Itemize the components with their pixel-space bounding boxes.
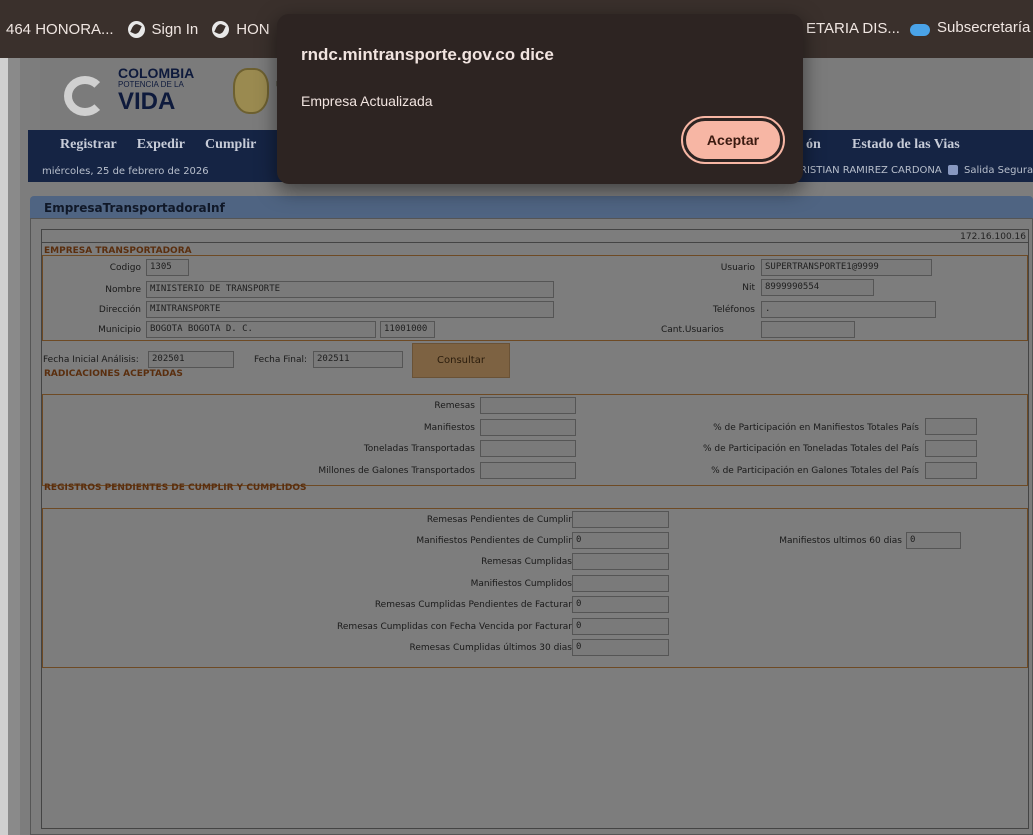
municipio-code-field[interactable]: 11001000 xyxy=(380,321,435,338)
galones-field[interactable] xyxy=(480,462,576,479)
bookmark-label: Subsecretaría de xyxy=(937,19,1033,36)
nombre-field[interactable]: MINISTERIO DE TRANSPORTE xyxy=(146,281,554,298)
usuario-label: Usuario xyxy=(720,263,755,273)
nit-label: Nit xyxy=(742,283,755,293)
pct-manifiestos-field[interactable] xyxy=(925,418,977,435)
aceptar-button[interactable]: Aceptar xyxy=(681,116,785,164)
pendiente-label: Remesas Cumplidas xyxy=(481,557,572,567)
divider xyxy=(42,242,1028,243)
remesas-label: Remesas xyxy=(434,401,475,411)
bookmark-label: ETARIA DIS... xyxy=(806,20,900,37)
nav-expedir[interactable]: Expedir xyxy=(137,137,185,153)
pct-galones-label: % de Participación en Galones Totales de… xyxy=(711,466,919,476)
pendiente-label: Manifiestos Cumplidos xyxy=(470,579,572,589)
pendiente-field[interactable]: 0 xyxy=(572,532,669,549)
nav-estado-vias[interactable]: Estado de las Vias xyxy=(852,137,960,153)
logout-link[interactable]: Salida Segura xyxy=(964,165,1033,176)
telefonos-field[interactable]: . xyxy=(761,301,936,318)
remesas-field[interactable] xyxy=(480,397,576,414)
pendientes-box: Remesas Pendientes de Cumplir Manifiesto… xyxy=(42,508,1028,668)
cant-usuarios-label: Cant.Usuarios xyxy=(661,325,724,335)
pendiente-field[interactable]: 0 xyxy=(572,618,669,635)
nav-cumplir[interactable]: Cumplir xyxy=(205,137,256,153)
panel-title: EmpresaTransportadoraInf xyxy=(30,196,1033,218)
direccion-label: Dirección xyxy=(98,305,141,315)
fecha-inicial-label: Fecha Inicial Análisis: xyxy=(43,355,139,365)
current-date: miércoles, 25 de febrero de 2026 xyxy=(42,165,209,177)
nombre-label: Nombre xyxy=(105,285,141,295)
bookmark-item[interactable]: HON xyxy=(212,20,270,38)
section-title-radicaciones: RADICACIONES ACEPTADAS xyxy=(44,369,183,379)
logo-line: COLOMBIA xyxy=(118,65,195,81)
bookmark-label: 464 HONORA... xyxy=(6,20,114,38)
fecha-inicial-field[interactable]: 202501 xyxy=(148,351,234,368)
codigo-field[interactable]: 1305 xyxy=(146,259,189,276)
globe-icon xyxy=(127,20,145,38)
colombia-logo-icon xyxy=(64,76,106,116)
pendiente-label: Remesas Pendientes de Cumplir xyxy=(426,515,572,525)
panel: 172.16.100.16 EMPRESA TRANSPORTADORA Cod… xyxy=(30,218,1033,835)
usuario-field[interactable]: SUPERTRANSPORTE1@9999 xyxy=(761,259,932,276)
user-name: RISTIAN RAMIREZ CARDONA xyxy=(800,165,942,176)
nav-registrar[interactable]: Registrar xyxy=(60,137,117,153)
radicaciones-box: Remesas Manifiestos Toneladas Transporta… xyxy=(42,394,1028,486)
pendiente-field[interactable]: 0 xyxy=(572,639,669,656)
pendiente-label: Manifiestos Pendientes de Cumplir xyxy=(416,536,572,546)
logo-line: VIDA xyxy=(118,88,176,116)
form-content: 172.16.100.16 EMPRESA TRANSPORTADORA Cod… xyxy=(41,229,1029,829)
pct-toneladas-field[interactable] xyxy=(925,440,977,457)
pendiente-field[interactable] xyxy=(572,511,669,528)
fecha-final-field[interactable]: 202511 xyxy=(313,351,403,368)
nit-field[interactable]: 8999990554 xyxy=(761,279,874,296)
pendiente-field[interactable] xyxy=(572,575,669,592)
pct-toneladas-label: % de Participación en Toneladas Totales … xyxy=(702,444,919,454)
pendiente-field[interactable]: 0 xyxy=(572,596,669,613)
fecha-final-label: Fecha Final: xyxy=(254,355,308,365)
municipio-label: Municipio xyxy=(98,325,141,335)
bookmark-label: Sign In xyxy=(151,20,199,38)
pct-galones-field[interactable] xyxy=(925,462,977,479)
colombia-logo: COLOMBIA POTENCIA DE LA VIDA xyxy=(118,66,194,114)
cloud-icon xyxy=(910,23,930,36)
bookmark-item[interactable]: 464 HONORA... xyxy=(6,21,114,38)
pendiente-label: Remesas Cumplidas últimos 30 dias xyxy=(409,643,572,653)
globe-icon xyxy=(212,20,230,38)
dialog-title: rndc.mintransporte.gov.co dice xyxy=(301,45,554,64)
cant-usuarios-field[interactable] xyxy=(761,321,855,338)
bookmark-item[interactable]: Subsecretaría de xyxy=(910,19,1033,36)
municipio-field[interactable]: BOGOTA BOGOTA D. C. xyxy=(146,321,376,338)
pendiente-label: Remesas Cumplidas Pendientes de Facturar xyxy=(374,600,572,610)
logout-icon xyxy=(948,165,958,175)
dialog-message: Empresa Actualizada xyxy=(301,93,433,109)
toneladas-label: Toneladas Transportadas xyxy=(363,444,475,454)
manifiestos-field[interactable] xyxy=(480,419,576,436)
nav-item-partial[interactable]: ón xyxy=(806,137,821,153)
pct-manifiestos-label: % de Participación en Manifiestos Totale… xyxy=(713,423,919,433)
bookmark-label: HON xyxy=(236,20,270,38)
coat-of-arms-icon xyxy=(233,68,269,114)
toneladas-field[interactable] xyxy=(480,440,576,457)
manifiestos-60-field[interactable]: 0 xyxy=(906,532,961,549)
bookmark-item[interactable]: Sign In xyxy=(127,20,199,38)
server-ip: 172.16.100.16 xyxy=(960,232,1026,242)
empresa-box: Codigo 1305 Nombre MINISTERIO DE TRANSPO… xyxy=(42,255,1028,341)
telefonos-label: Teléfonos xyxy=(712,305,755,315)
galones-label: Millones de Galones Transportados xyxy=(318,466,475,476)
codigo-label: Codigo xyxy=(109,263,141,273)
consultar-button[interactable]: Consultar xyxy=(412,343,510,378)
manifiestos-60-label: Manifiestos ultimos 60 dias xyxy=(779,536,902,546)
pendiente-label: Remesas Cumplidas con Fecha Vencida por … xyxy=(337,622,572,632)
alert-dialog: rndc.mintransporte.gov.co dice Empresa A… xyxy=(277,14,803,184)
direccion-field[interactable]: MINTRANSPORTE xyxy=(146,301,554,318)
manifiestos-label: Manifiestos xyxy=(423,423,475,433)
section-title-pendientes: REGISTROS PENDIENTES DE CUMPLIR Y CUMPLI… xyxy=(44,483,307,493)
bookmark-item[interactable]: ETARIA DIS... xyxy=(806,20,900,37)
pendiente-field[interactable] xyxy=(572,553,669,570)
